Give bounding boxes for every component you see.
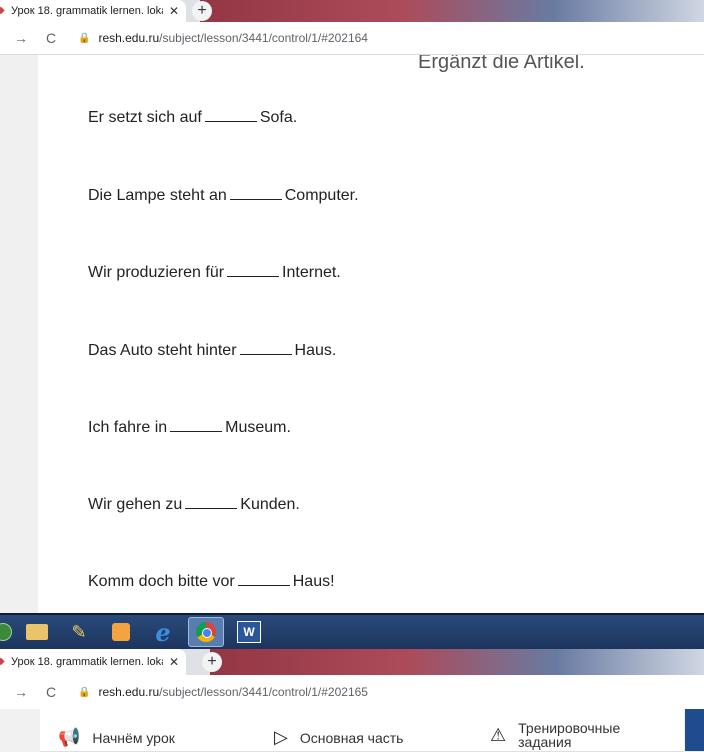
forward-arrow-icon[interactable]: → xyxy=(12,30,30,46)
warning-triangle-icon: ⚠ xyxy=(490,724,507,745)
sentence-text-after: Internet. xyxy=(282,264,341,281)
sentence-text-before: Wir gehen zu xyxy=(88,496,183,513)
answer-blank[interactable] xyxy=(227,262,280,277)
answer-blank[interactable] xyxy=(237,571,290,586)
nav-start-lesson[interactable]: 📢 Начнём урок xyxy=(58,727,175,748)
address-bar-2: → C 🔒 resh.edu.ru /subject/lesson/3441/c… xyxy=(0,675,704,710)
sentence-text-after: Sofa. xyxy=(259,109,298,126)
sentence-text-before: Komm doch bitte vor xyxy=(88,573,235,590)
site-favicon-icon: ◆ xyxy=(0,5,5,16)
chrome-icon[interactable] xyxy=(188,617,224,647)
sentence-4: Das Auto steht hinter Haus. xyxy=(88,340,336,360)
sentence-text-before: Das Auto steht hinter xyxy=(88,342,237,359)
url-path: /subject/lesson/3441/control/1/#202164 xyxy=(159,31,368,45)
nav-label: Основная часть xyxy=(299,729,404,746)
right-accent-bar xyxy=(685,709,704,751)
word-icon[interactable]: W xyxy=(232,618,266,646)
url-host: resh.edu.ru xyxy=(98,31,160,45)
reload-icon[interactable]: C xyxy=(42,30,60,46)
new-tab-button[interactable]: + xyxy=(192,1,212,21)
lock-icon: 🔒 xyxy=(78,686,91,698)
media-player-icon[interactable] xyxy=(104,618,138,646)
tab-title: Урок 18. grammatik lernen. lokal xyxy=(11,656,163,668)
tab-strip-background xyxy=(200,0,704,22)
exercise-panel: Ergänzt die Artikel. Er setzt sich auf So… xyxy=(38,55,704,613)
sentence-1: Er setzt sich auf Sofa. xyxy=(88,107,297,127)
tab-title: Урок 18. grammatik lernen. lokal xyxy=(11,5,163,17)
tab-strip-background xyxy=(210,649,704,675)
sentence-text-before: Wir produzieren für xyxy=(88,264,225,281)
sentence-7: Komm doch bitte vor Haus! xyxy=(88,571,335,591)
file-explorer-icon[interactable] xyxy=(20,618,54,646)
page-left-margin xyxy=(0,55,38,613)
answer-blank[interactable] xyxy=(204,107,257,122)
lesson-page: 📢 Начнём урок ▷ Основная часть ⚠ Трениро… xyxy=(0,709,704,752)
answer-blank[interactable] xyxy=(185,494,238,509)
internet-explorer-icon[interactable]: e xyxy=(146,618,180,647)
sentence-text-before: Die Lampe steht an xyxy=(88,187,227,204)
sentence-text-after: Museum. xyxy=(225,419,291,436)
tab-close-icon[interactable]: ✕ xyxy=(169,655,179,669)
sentence-text-after: Haus! xyxy=(292,573,335,590)
sentence-text-after: Kunden. xyxy=(240,496,300,513)
exercise-title: Ergänzt die Artikel. xyxy=(418,55,585,73)
nav-training-tasks[interactable]: ⚠ Тренировочные задания xyxy=(490,721,638,749)
nav-label: Начнём урок xyxy=(92,729,175,746)
lock-icon: 🔒 xyxy=(78,32,91,44)
paint-icon[interactable]: ✎ xyxy=(62,618,96,646)
new-tab-button[interactable]: + xyxy=(202,652,222,672)
sentence-2: Die Lampe steht an Computer. xyxy=(88,185,359,205)
sentence-text-after: Computer. xyxy=(284,187,359,204)
url-path: /subject/lesson/3441/control/1/#202165 xyxy=(159,685,368,699)
windows-taskbar: ✎ e W xyxy=(0,613,704,649)
nav-main-part[interactable]: ▷ Основная часть xyxy=(274,727,403,748)
url-field[interactable]: 🔒 resh.edu.ru /subject/lesson/3441/contr… xyxy=(78,31,368,45)
megaphone-icon: 📢 xyxy=(58,727,81,747)
url-host: resh.edu.ru xyxy=(98,685,160,699)
sentence-text-after: Haus. xyxy=(294,342,337,359)
forward-arrow-icon[interactable]: → xyxy=(12,684,30,700)
reload-icon[interactable]: C xyxy=(42,684,60,700)
address-bar: → C 🔒 resh.edu.ru /subject/lesson/3441/c… xyxy=(0,22,704,55)
sentence-text-before: Er setzt sich auf xyxy=(88,109,202,126)
sentence-text-before: Ich fahre in xyxy=(88,419,168,436)
browser-tab[interactable]: ◆ Урок 18. grammatik lernen. lokal ✕ xyxy=(0,0,186,22)
nav-label: Тренировочные задания xyxy=(518,720,621,750)
answer-blank[interactable] xyxy=(239,340,292,355)
answer-blank[interactable] xyxy=(170,417,223,432)
tab-close-icon[interactable]: ✕ xyxy=(169,4,179,18)
sentence-3: Wir produzieren für Internet. xyxy=(88,262,341,282)
play-icon: ▷ xyxy=(274,727,288,747)
url-field[interactable]: 🔒 resh.edu.ru /subject/lesson/3441/contr… xyxy=(78,685,368,699)
sentence-5: Ich fahre in Museum. xyxy=(88,417,291,437)
lesson-nav: 📢 Начнём урок ▷ Основная часть ⚠ Трениро… xyxy=(40,709,684,752)
browser-tab-strip-2: ◆ Урок 18. grammatik lernen. lokal ✕ + xyxy=(0,649,704,675)
site-favicon-icon: ◆ xyxy=(0,656,5,667)
browser-tab-strip: ◆ Урок 18. grammatik lernen. lokal ✕ + xyxy=(0,0,704,22)
answer-blank[interactable] xyxy=(229,185,282,200)
sentence-6: Wir gehen zu Kunden. xyxy=(88,494,300,514)
start-orb-icon[interactable] xyxy=(0,618,12,646)
browser-tab[interactable]: ◆ Урок 18. grammatik lernen. lokal ✕ xyxy=(0,649,186,675)
